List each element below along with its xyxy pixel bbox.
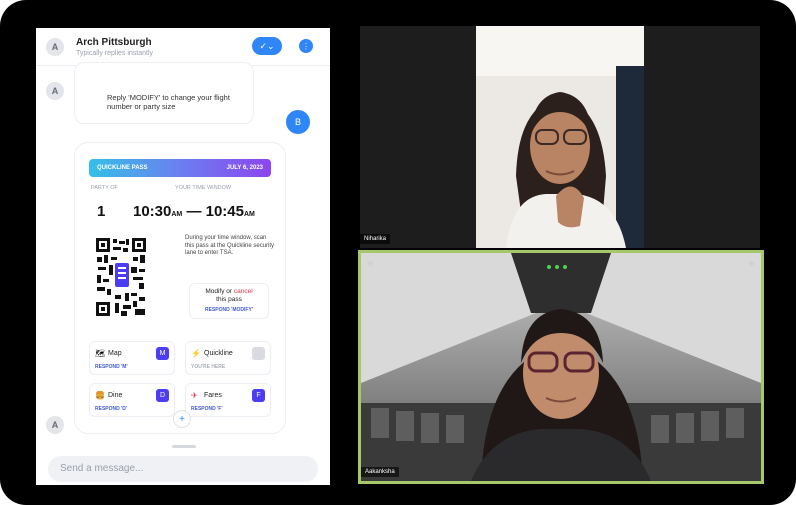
- pass-instructions: During your time window, scan this pass …: [185, 235, 275, 256]
- incoming-message: Reply 'MODIFY' to change your flight num…: [74, 62, 254, 124]
- contact-avatar: A: [46, 38, 64, 56]
- lightning-icon: ⚡: [191, 349, 201, 358]
- tile-sub: RESPOND 'M': [95, 364, 128, 370]
- party-size: 1: [97, 203, 106, 220]
- participant-name: Niharika: [360, 234, 391, 244]
- cancel-link[interactable]: cancel: [234, 288, 253, 295]
- modify-box[interactable]: Modify or cancel this pass RESPOND 'MODI…: [189, 283, 269, 319]
- plane-icon: ✈: [191, 391, 198, 400]
- this-pass-text: this pass: [216, 296, 242, 303]
- tile-key: F: [252, 389, 265, 402]
- user-avatar: B: [286, 110, 310, 134]
- tile-label: Fares: [204, 392, 222, 399]
- tile-sub: RESPOND 'D': [95, 406, 128, 412]
- pass-title: QUICKLINE PASS: [97, 165, 148, 171]
- resolve-button[interactable]: ✓⌄: [252, 37, 282, 55]
- scroll-down-button[interactable]: +: [173, 410, 191, 428]
- participant-video: [361, 253, 761, 481]
- modify-text: Modify or: [205, 288, 233, 295]
- pass-header: QUICKLINE PASS JULY 6, 2023: [89, 159, 271, 177]
- tile-sub: YOU'RE HERE: [191, 364, 226, 370]
- video-tile-top[interactable]: Niharika: [360, 26, 760, 248]
- tile-label: Map: [108, 350, 122, 357]
- tile-dine[interactable]: 🍔 Dine RESPOND 'D' D: [89, 383, 175, 417]
- chat-header: A Arch Pittsburgh Typically replies inst…: [36, 28, 330, 66]
- check-icon: ✓⌄: [259, 40, 275, 51]
- device-frame: A Arch Pittsburgh Typically replies inst…: [0, 0, 796, 505]
- message-input[interactable]: Send a message...: [48, 456, 318, 482]
- map-icon: 🗺: [95, 349, 106, 358]
- time-start: 10:30: [133, 203, 172, 220]
- qr-code: [95, 237, 147, 317]
- message-line: number or party size: [107, 102, 176, 111]
- time-dash: —: [186, 203, 202, 220]
- tile-label: Dine: [108, 392, 123, 399]
- tile-fares[interactable]: ✈ Fares RESPOND 'F' F: [185, 383, 271, 417]
- dots-icon: ⋮: [302, 41, 310, 51]
- respond-modify: RESPOND 'MODIFY': [205, 307, 253, 313]
- message-line: Reply 'MODIFY' to change your flight: [107, 93, 230, 102]
- contact-name: Arch Pittsburgh: [76, 37, 152, 48]
- time-window: 10:30AM — 10:45AM: [133, 203, 255, 220]
- pin-icon[interactable]: ⊕: [748, 259, 755, 268]
- contact-avatar: A: [46, 416, 64, 434]
- party-label: PARTY OF: [91, 185, 118, 191]
- pass-card: QUICKLINE PASS JULY 6, 2023 PARTY OF YOU…: [74, 142, 286, 434]
- participant-video: [476, 26, 644, 248]
- participant-name: Aakanksha: [361, 467, 399, 477]
- drag-handle[interactable]: [172, 445, 196, 448]
- video-tile-bottom[interactable]: ⊕ ⊕ Aakanksha: [358, 250, 764, 484]
- contact-status: Typically replies instantly: [76, 50, 154, 57]
- time-start-ampm: AM: [171, 211, 183, 218]
- time-end-ampm: AM: [243, 211, 255, 218]
- tile-sub: RESPOND 'F': [191, 406, 223, 412]
- tile-key: D: [156, 389, 169, 402]
- food-icon: 🍔: [95, 391, 105, 400]
- contact-avatar: A: [46, 82, 64, 100]
- menu-button[interactable]: ⋮: [299, 39, 313, 53]
- tile-quickline[interactable]: ⚡ Quickline YOU'RE HERE: [185, 341, 271, 375]
- plus-icon: +: [179, 413, 185, 425]
- pin-icon[interactable]: ⊕: [367, 259, 374, 268]
- window-label: YOUR TIME WINDOW: [175, 185, 232, 191]
- tile-key: [252, 347, 265, 360]
- pass-date: JULY 6, 2023: [226, 165, 263, 171]
- tile-key: M: [156, 347, 169, 360]
- chat-panel: A Arch Pittsburgh Typically replies inst…: [36, 28, 330, 485]
- time-end: 10:45: [205, 203, 244, 220]
- tile-map[interactable]: 🗺 Map RESPOND 'M' M: [89, 341, 175, 375]
- tile-label: Quickline: [204, 350, 233, 357]
